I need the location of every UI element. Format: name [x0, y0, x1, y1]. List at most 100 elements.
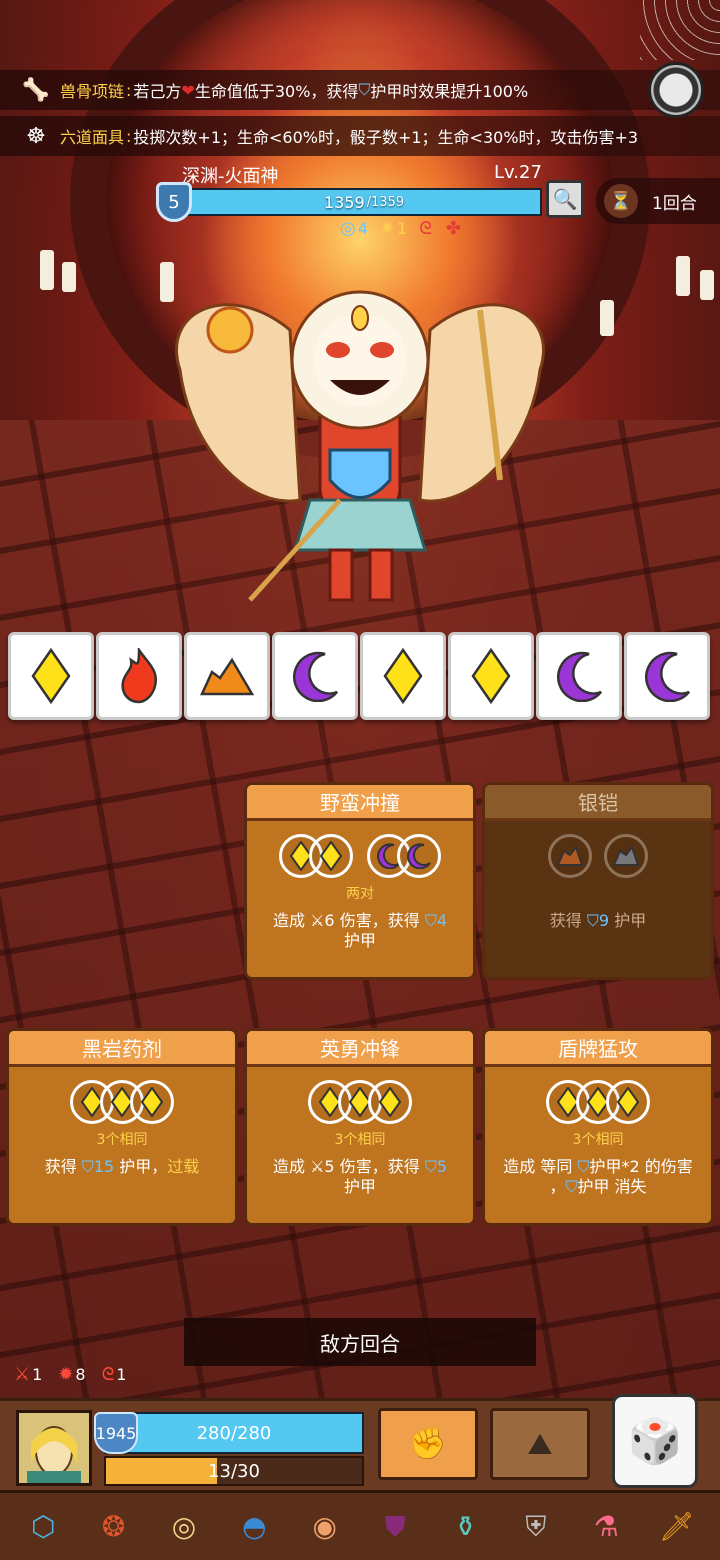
status-value: 8: [75, 1365, 86, 1384]
player-avatar[interactable]: [16, 1410, 92, 1486]
yellow-diamond-icon: [471, 648, 511, 704]
dice-slot[interactable]: [130, 1080, 174, 1124]
candle-decoration: [676, 256, 690, 296]
card-title: 英勇冲锋: [247, 1031, 473, 1067]
vortex-icon: ◎: [340, 218, 356, 239]
die-purple-moon[interactable]: [536, 632, 622, 720]
die-yellow-diamond[interactable]: [360, 632, 446, 720]
rock-skill-button[interactable]: ⛰: [490, 1408, 590, 1480]
hero-portrait: [19, 1413, 89, 1483]
card-requirement: 两对: [346, 886, 374, 902]
effect-text: 伤害，获得: [339, 1157, 420, 1176]
skill-card-barbaric-charge[interactable]: 野蛮冲撞 两对 造成 ⚔6 伤害，获得 ⛉4 护甲: [244, 782, 476, 980]
die-purple-moon[interactable]: [624, 632, 710, 720]
armor-icon: ⛉: [424, 1157, 437, 1176]
burst-status[interactable]: ✹ 8: [58, 1364, 85, 1385]
armor-value: 9: [598, 911, 610, 930]
heart-icon: ❤: [181, 80, 195, 100]
donut-icon[interactable]: ◉: [297, 1499, 353, 1555]
skill-card-heroic-charge[interactable]: 英勇冲锋 3个相同 造成 ⚔5 伤害，获得 ⛉5 护甲: [244, 1028, 476, 1226]
sword-icon: ⚔: [310, 911, 325, 930]
overload-keyword: 过载: [167, 1157, 200, 1176]
die-purple-moon[interactable]: [272, 632, 358, 720]
dice-slot[interactable]: [397, 834, 441, 878]
card-effect: 获得 ⛉9 护甲: [493, 911, 703, 931]
dice-slot[interactable]: [368, 1080, 412, 1124]
hourglass-icon: ⏳: [604, 184, 638, 218]
player-exp-text: 13/30: [208, 1460, 260, 1482]
blue-cap-icon[interactable]: ◓: [226, 1499, 282, 1555]
chainmail-icon[interactable]: ⛨: [508, 1499, 564, 1555]
buff-name: 六道面具: [60, 128, 125, 147]
candle-decoration: [600, 300, 614, 336]
red-flame-icon: [121, 648, 158, 704]
armor-value: 4: [436, 911, 448, 930]
effect-text: 获得: [44, 1157, 77, 1176]
flame-sword-icon[interactable]: 🗡: [649, 1499, 705, 1555]
die-orange-rock[interactable]: [184, 632, 270, 720]
roll-dice-button[interactable]: 🎲: [612, 1394, 698, 1488]
die-yellow-diamond[interactable]: [448, 632, 534, 720]
dice-slot[interactable]: [548, 834, 592, 878]
dice-slots: [255, 1079, 465, 1125]
boss-fire-demon[interactable]: [150, 250, 570, 620]
card-effect: 造成 ⚔6 伤害，获得 ⛉4 护甲: [255, 911, 465, 951]
enemy-name: 深渊-火面神: [182, 166, 279, 187]
potion-icon[interactable]: ⚗: [578, 1499, 634, 1555]
armor-icon: ⛉: [424, 911, 437, 930]
magnifier-icon: 🔍: [552, 187, 578, 211]
player-armor-badge: 1945: [94, 1412, 138, 1454]
card-effect: 造成 ⚔5 伤害，获得 ⛉5 护甲: [255, 1157, 465, 1197]
dice-slot[interactable]: [604, 834, 648, 878]
inspect-enemy-button[interactable]: 🔍: [546, 180, 584, 218]
curse-status[interactable]: ᘓ1: [102, 1364, 127, 1385]
yellow-diamond-icon: [383, 648, 423, 704]
armor-vest-icon[interactable]: ⛊: [367, 1499, 423, 1555]
spark-status[interactable]: ✷ 1: [380, 218, 407, 239]
armor-icon: ⛉: [358, 80, 371, 99]
candle-decoration: [700, 270, 714, 300]
status-value: 1: [116, 1365, 127, 1384]
enemy-shield-badge: 5: [156, 182, 192, 222]
buff-row-bone-necklace[interactable]: 🦴 兽骨项链 : 若己方 ❤ 生命值低于30%，获得 ⛉ 护甲时效果提升100%: [0, 70, 720, 110]
urn-icon[interactable]: ⚱: [438, 1499, 494, 1555]
card-title: 黑岩药剂: [9, 1031, 235, 1067]
dice-slot[interactable]: [606, 1080, 650, 1124]
dice-slot[interactable]: [309, 834, 353, 878]
effect-text: 造成 等同: [503, 1157, 573, 1176]
enemy-level: Lv.27: [494, 162, 542, 183]
rock-icon: [556, 845, 584, 866]
settings-gear-icon[interactable]: [648, 62, 704, 118]
curse-status[interactable]: ᘓ: [419, 218, 434, 239]
enemy-hp-max: /1359: [366, 194, 405, 210]
enemy-hp-bar: 1359 /1359: [186, 188, 542, 216]
dice-icon: 🎲: [627, 1416, 683, 1467]
turn-label: 1回合: [652, 193, 697, 214]
poison-status[interactable]: ✤: [446, 218, 463, 239]
spiked-fist-skill-button[interactable]: ✊: [378, 1408, 478, 1480]
spiked-fist-icon: ✊: [409, 1426, 447, 1462]
skill-card-silver-armor[interactable]: 银铠 获得 ⛉9 护甲: [482, 782, 714, 980]
skill-card-black-rock-potion[interactable]: 黑岩药剂 3个相同 获得 ⛉15 护甲，过载: [6, 1028, 238, 1226]
armor-value: 5: [436, 1157, 448, 1176]
buff-text-mid: 生命值低于30%，获得: [194, 82, 359, 101]
buff-row-six-path-mask[interactable]: ☸ 六道面具 : 投掷次数+1；生命<60%时，骰子数+1；生命<30%时，攻击…: [0, 116, 720, 156]
card-requirement: [493, 883, 703, 901]
rock-pile-icon: ⛰: [527, 1426, 553, 1462]
card-requirement: 3个相同: [572, 1132, 624, 1148]
status-value: 1: [32, 1365, 43, 1384]
orange-rock-icon: [200, 657, 254, 696]
mirror-icon[interactable]: ◎: [156, 1499, 212, 1555]
vortex-status[interactable]: ◎ 4: [340, 218, 368, 239]
attack-up-status[interactable]: ⚔ 1: [14, 1364, 42, 1385]
attack-up-icon: ⚔: [14, 1364, 31, 1385]
enemy-hp-current: 1359: [323, 192, 365, 212]
skill-card-shield-bash[interactable]: 盾牌猛攻 3个相同 造成 等同 ⛉护甲*2 的伤害 ，⛉护甲 消失: [482, 1028, 714, 1226]
die-yellow-diamond[interactable]: [8, 632, 94, 720]
purple-moon-icon: [293, 651, 338, 702]
bone-necklace-icon: 🦴: [22, 77, 50, 103]
die-red-flame[interactable]: [96, 632, 182, 720]
shield-relic-icon[interactable]: ⬡: [15, 1499, 71, 1555]
player-status-row: ⚔ 1 ✹ 8 ᘓ1: [14, 1364, 126, 1385]
owl-mask-icon[interactable]: ❂: [86, 1499, 142, 1555]
